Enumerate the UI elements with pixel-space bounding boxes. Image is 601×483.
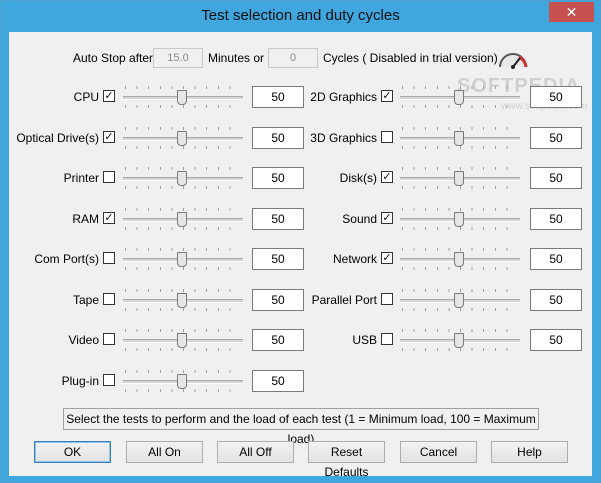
slider-ticks <box>402 105 518 108</box>
test-row: USB 50 <box>9 327 592 353</box>
dialog-client-area: Auto Stop after 15.0 Minutes or 0 Cycles… <box>9 32 592 479</box>
load-value-input[interactable]: 50 <box>530 207 582 230</box>
test-label: Network <box>332 252 377 266</box>
test-label: 2D Graphics <box>310 90 377 104</box>
load-slider[interactable] <box>400 327 520 353</box>
slider-thumb[interactable] <box>454 171 465 186</box>
test-row: Plug-in 50 <box>9 368 592 394</box>
slider-ticks <box>402 288 518 292</box>
slider-thumb[interactable] <box>454 211 465 227</box>
load-slider[interactable] <box>400 165 520 191</box>
load-slider[interactable] <box>400 287 520 313</box>
autostop-prefix-label: Auto Stop after <box>73 51 154 65</box>
slider-ticks <box>402 145 518 149</box>
slider-ticks <box>402 226 518 230</box>
cancel-button[interactable]: Cancel <box>400 441 477 463</box>
slider-thumb[interactable] <box>454 333 465 348</box>
dialog-window: Test selection and duty cycles ✕ Auto St… <box>0 0 601 483</box>
load-value-input[interactable]: 50 <box>530 248 582 270</box>
load-slider[interactable] <box>123 368 243 394</box>
slider-ticks <box>402 329 518 332</box>
load-value-input[interactable]: 50 <box>530 329 582 351</box>
test-checkbox[interactable]: ✓ <box>381 211 393 224</box>
slider-thumb[interactable] <box>454 130 465 146</box>
test-row: Network ✓ 50 <box>9 246 592 272</box>
slider-ticks <box>402 86 518 89</box>
test-row: Parallel Port 50 <box>9 287 592 313</box>
slider-thumb[interactable] <box>177 373 188 389</box>
load-slider[interactable] <box>400 206 520 232</box>
slider-ticks <box>402 307 518 311</box>
autostop-cycles-label: Cycles ( Disabled in trial version) <box>323 51 498 65</box>
slider-ticks <box>402 126 518 130</box>
test-label: USB <box>352 333 377 347</box>
slider-ticks <box>402 248 518 251</box>
all-on-button[interactable]: All On <box>126 441 203 463</box>
load-value-input[interactable]: 50 <box>530 288 582 311</box>
slider-ticks <box>402 207 518 211</box>
slider-ticks <box>402 267 518 270</box>
slider-thumb[interactable] <box>454 90 465 105</box>
test-checkbox[interactable]: ✓ <box>381 90 393 102</box>
status-hint-text: Select the tests to perform and the load… <box>63 408 539 446</box>
slider-ticks <box>125 388 241 392</box>
load-slider[interactable] <box>400 125 520 151</box>
load-value-input[interactable]: 50 <box>530 86 582 108</box>
load-slider[interactable] <box>400 84 520 110</box>
load-value-input[interactable]: 50 <box>252 369 304 392</box>
autostop-minutes-label: Minutes or <box>208 51 265 65</box>
test-row: Sound ✓ 50 <box>9 206 592 232</box>
test-label: Plug-in <box>61 373 99 388</box>
slider-ticks <box>402 167 518 170</box>
load-slider[interactable] <box>400 246 520 272</box>
test-label: Sound <box>342 211 377 226</box>
help-button[interactable]: Help <box>491 441 568 463</box>
test-row: 3D Graphics 50 <box>9 125 592 151</box>
autostop-cycles-field: 0 <box>268 48 318 68</box>
test-checkbox[interactable] <box>381 292 393 305</box>
test-label: 3D Graphics <box>310 130 377 145</box>
close-button[interactable]: ✕ <box>549 2 594 22</box>
load-value-input[interactable]: 50 <box>530 126 582 149</box>
slider-ticks <box>125 369 241 373</box>
reset-defaults-button[interactable]: Reset Defaults <box>308 441 385 479</box>
test-checkbox[interactable] <box>381 333 393 345</box>
window-title: Test selection and duty cycles <box>201 7 400 24</box>
ok-button[interactable]: OK <box>34 441 111 463</box>
slider-ticks <box>402 186 518 189</box>
test-label: Parallel Port <box>311 292 377 307</box>
speedometer-gauge-icon <box>499 53 528 69</box>
test-checkbox[interactable] <box>381 130 393 143</box>
test-checkbox[interactable]: ✓ <box>381 252 393 264</box>
test-row: 2D Graphics ✓ 50 <box>9 84 592 110</box>
slider-ticks <box>402 348 518 351</box>
autostop-minutes-field: 15.0 <box>153 48 203 68</box>
test-checkbox[interactable] <box>103 373 115 386</box>
test-row: Disk(s) ✓ 50 <box>9 165 592 191</box>
test-checkbox[interactable]: ✓ <box>381 171 393 183</box>
slider-thumb[interactable] <box>454 292 465 308</box>
test-label: Disk(s) <box>339 171 377 185</box>
all-off-button[interactable]: All Off <box>217 441 294 463</box>
load-value-input[interactable]: 50 <box>530 167 582 189</box>
slider-thumb[interactable] <box>454 252 465 267</box>
title-bar[interactable]: Test selection and duty cycles ✕ <box>1 1 600 32</box>
